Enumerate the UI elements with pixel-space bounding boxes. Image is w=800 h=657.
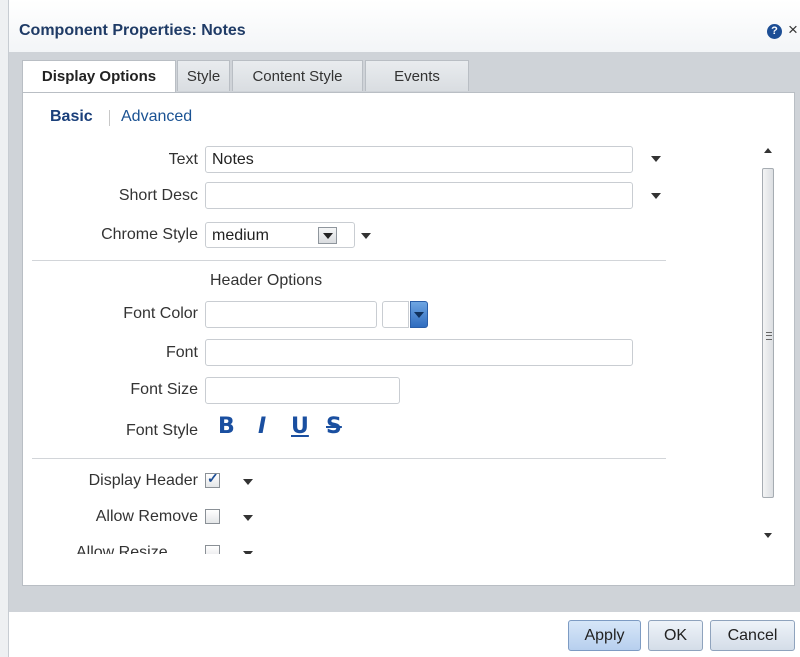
dialog-title: Component Properties: Notes (19, 22, 246, 39)
help-icon[interactable]: ? (767, 24, 782, 39)
allow-resize-checkbox[interactable] (205, 545, 220, 554)
font-color-field[interactable] (205, 301, 377, 328)
ok-button[interactable]: OK (648, 620, 703, 651)
panel-scrollbar[interactable] (760, 140, 778, 550)
font-field[interactable] (205, 339, 633, 366)
short-desc-field[interactable] (205, 182, 633, 209)
subtab-separator (109, 110, 110, 126)
chrome-style-select-button[interactable] (318, 227, 337, 244)
apply-button[interactable]: Apply (568, 620, 641, 651)
allow-remove-dropdown-arrow[interactable] (243, 515, 253, 521)
section-divider-bottom (32, 458, 666, 459)
scroll-thumb[interactable] (762, 168, 774, 498)
font-style-label: Font Style (125, 422, 198, 439)
component-properties-dialog: Component Properties: Notes ? × Display … (0, 0, 800, 657)
display-header-checkbox[interactable] (205, 470, 220, 488)
close-icon[interactable]: × (788, 20, 798, 40)
font-label: Font (165, 344, 198, 361)
tab-style[interactable]: Style (177, 60, 230, 91)
font-color-swatch (382, 301, 409, 328)
bold-button[interactable]: B (218, 414, 235, 439)
allow-resize-dropdown-arrow[interactable] (243, 551, 253, 554)
display-header-dropdown-arrow[interactable] (243, 479, 253, 485)
text-label: Text (168, 151, 198, 168)
header-options-title: Header Options (210, 272, 323, 289)
font-color-picker-button[interactable] (410, 301, 428, 328)
italic-button[interactable]: I (258, 414, 266, 439)
allow-remove-checkbox[interactable] (205, 509, 220, 524)
display-header-label: Display Header (88, 472, 198, 489)
underline-button[interactable]: U (291, 414, 309, 439)
section-divider-top (32, 260, 666, 261)
subtab-basic[interactable]: Basic (50, 108, 93, 126)
font-color-label: Font Color (123, 305, 198, 322)
allow-remove-label: Allow Remove (95, 508, 198, 525)
text-dropdown-arrow[interactable] (651, 156, 661, 162)
font-size-field[interactable] (205, 377, 400, 404)
tab-events[interactable]: Events (365, 60, 469, 91)
dialog-left-edge (0, 0, 9, 657)
short-desc-dropdown-arrow[interactable] (651, 193, 661, 199)
scroll-up-icon[interactable] (764, 148, 772, 153)
scroll-down-icon[interactable] (764, 533, 772, 538)
chrome-style-dropdown-arrow[interactable] (361, 233, 371, 239)
allow-resize-row-clip: Allow Resize (22, 540, 622, 554)
font-size-label: Font Size (130, 381, 198, 398)
cancel-button[interactable]: Cancel (710, 620, 795, 651)
text-field[interactable]: Notes (205, 146, 633, 173)
allow-resize-label: Allow Resize (76, 544, 168, 554)
chrome-style-label: Chrome Style (101, 226, 198, 243)
strikethrough-button[interactable]: S (326, 414, 342, 439)
dialog-titlebar: Component Properties: Notes ? × (9, 0, 800, 52)
tab-display-options[interactable]: Display Options (22, 60, 176, 93)
tab-content-style[interactable]: Content Style (232, 60, 363, 91)
grip-icon (766, 332, 772, 340)
short-desc-label: Short Desc (118, 187, 198, 204)
subtab-advanced[interactable]: Advanced (121, 108, 192, 126)
